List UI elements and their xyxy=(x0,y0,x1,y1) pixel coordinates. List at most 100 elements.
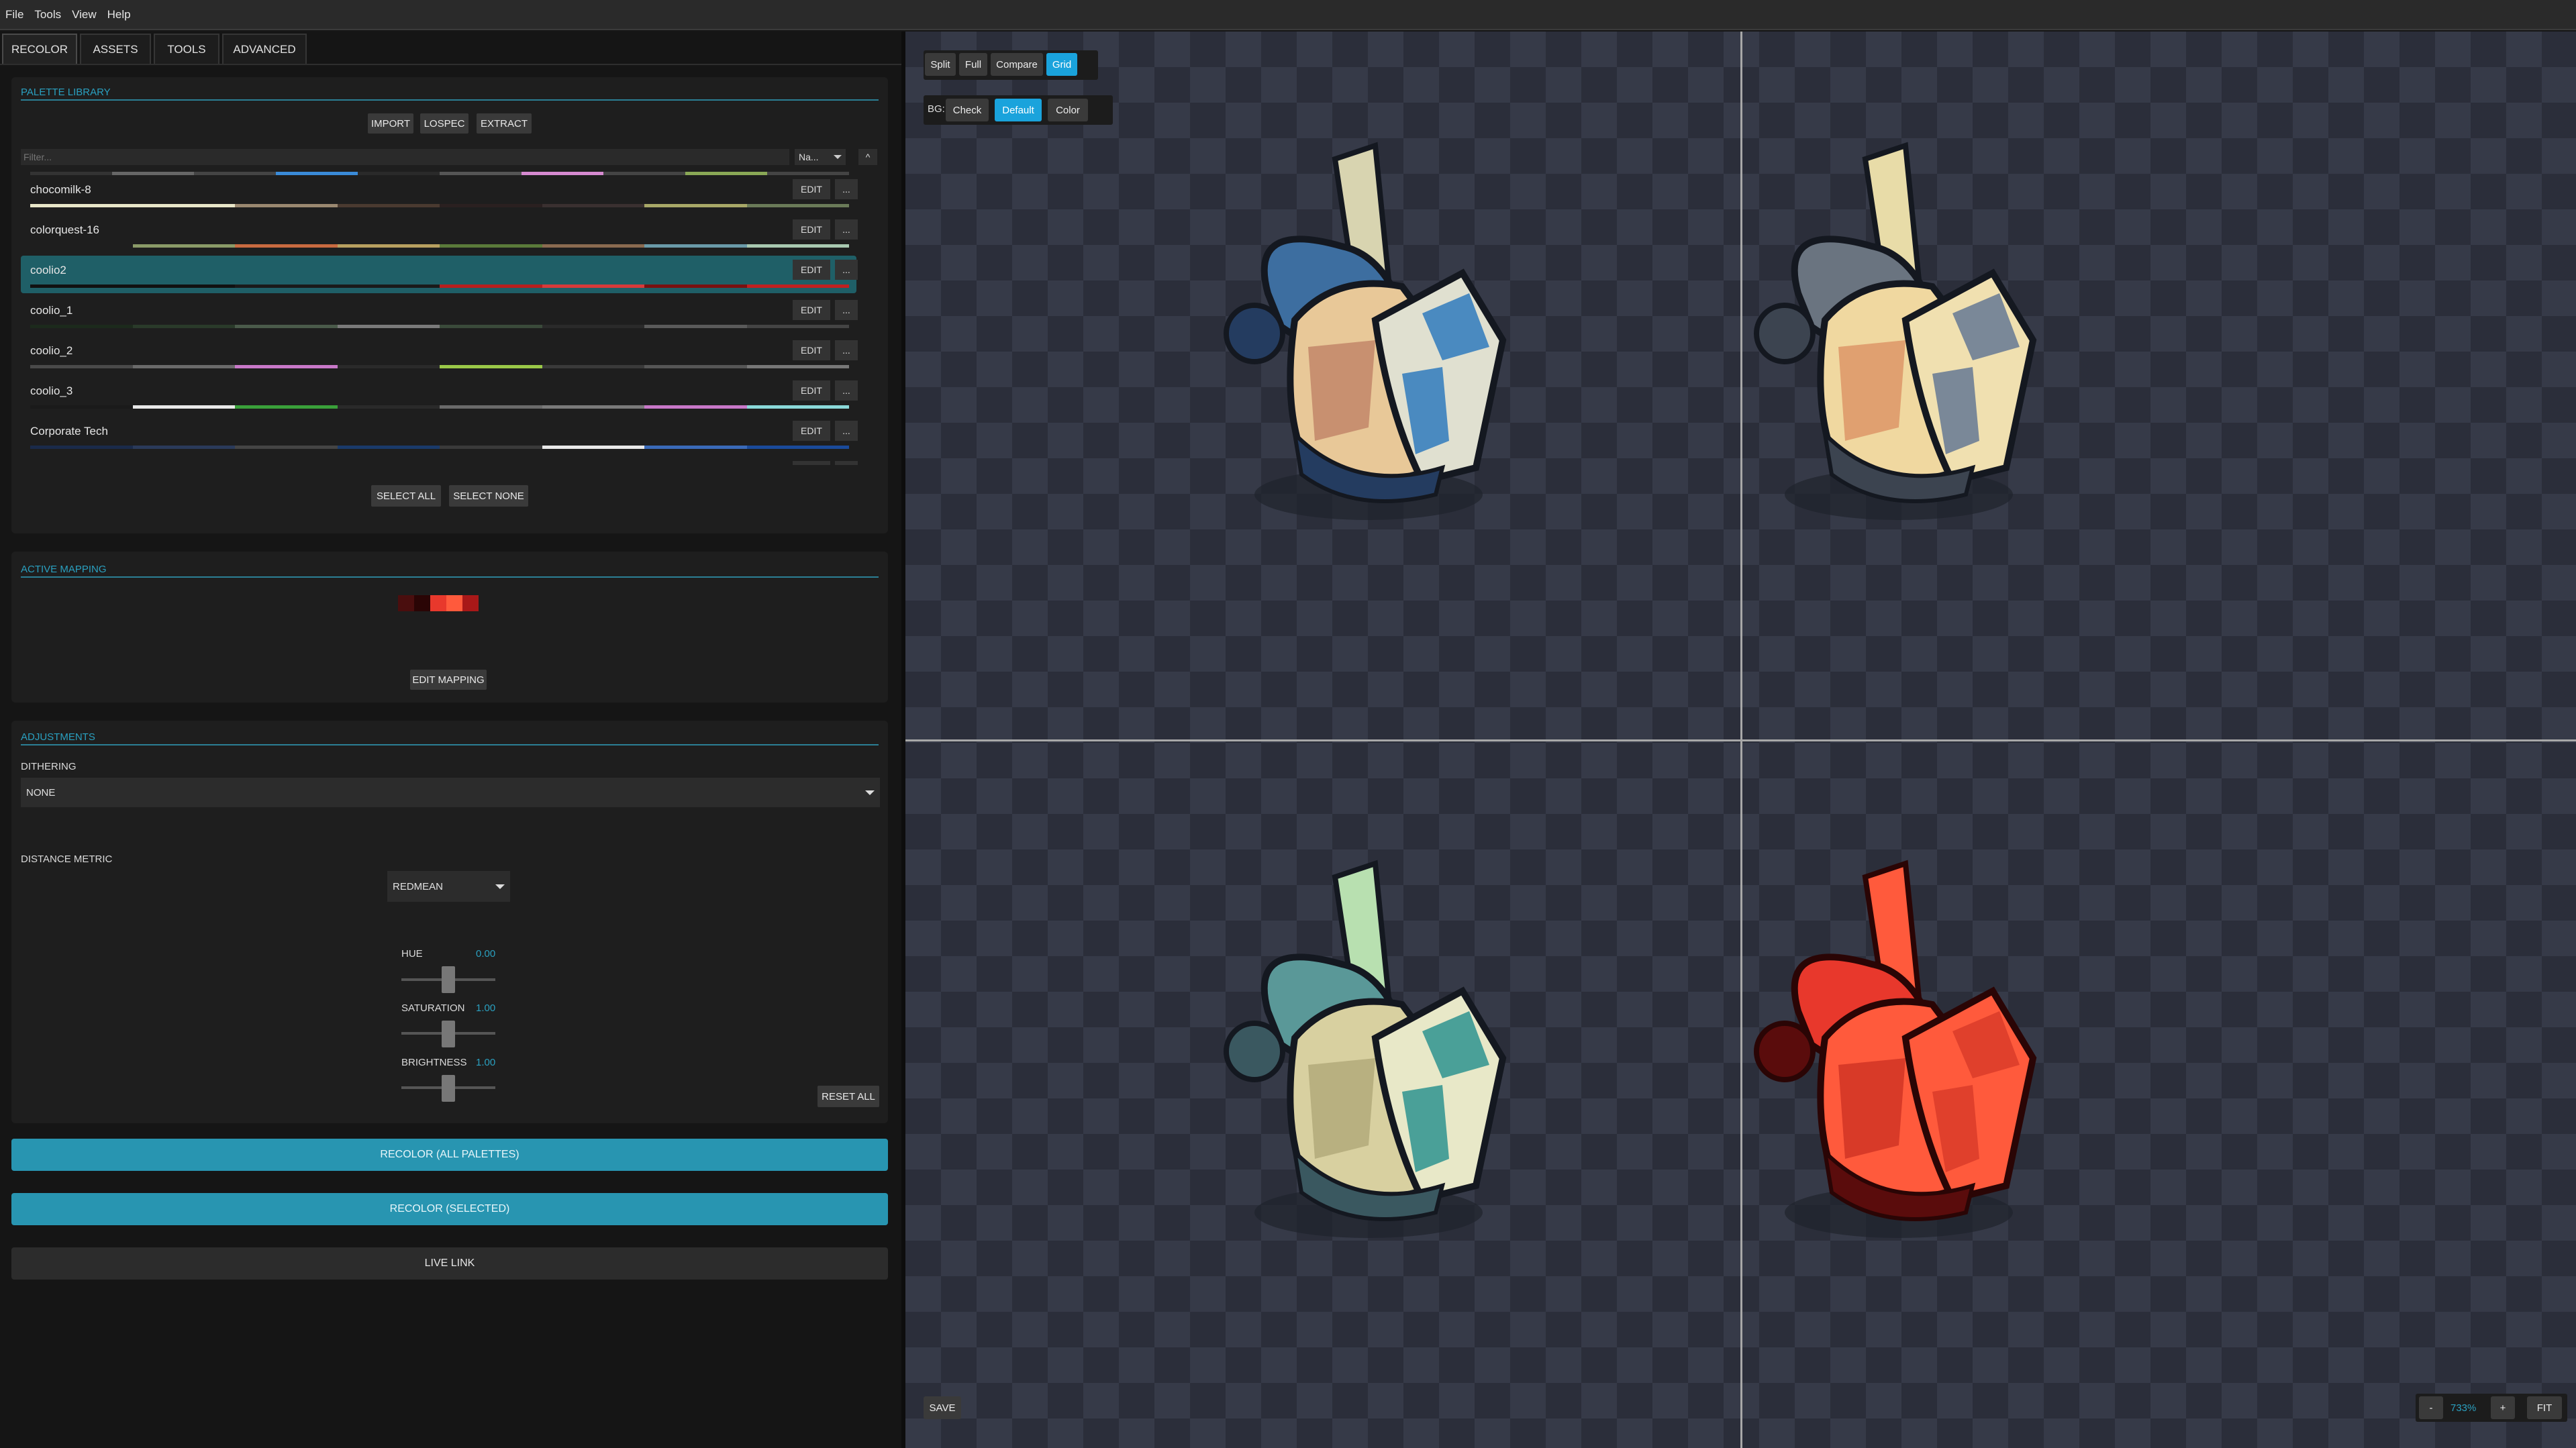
zoom-in-button[interactable]: + xyxy=(2491,1396,2515,1419)
palette-name: coolio_3 xyxy=(30,384,73,397)
palette-library-title: PALETTE LIBRARY xyxy=(21,87,111,98)
saturation-slider-thumb[interactable] xyxy=(442,1021,455,1047)
saturation-value: 1.00 xyxy=(476,1002,496,1014)
dithering-select[interactable]: NONE xyxy=(21,778,880,807)
save-button[interactable]: SAVE xyxy=(924,1396,961,1419)
palette-color-strip xyxy=(30,285,849,288)
palette-row[interactable]: coolio_3 EDIT... xyxy=(21,376,858,414)
palette-row[interactable]: Corporate Tech EDIT... xyxy=(21,417,858,454)
palette-edit-button[interactable]: EDIT xyxy=(793,219,830,240)
zoom-level: 733% xyxy=(2450,1402,2477,1414)
palette-edit-button[interactable]: EDIT xyxy=(793,260,830,280)
palette-edit-button[interactable]: EDIT xyxy=(793,421,830,441)
dithering-label: DITHERING xyxy=(21,761,77,772)
mapping-swatch xyxy=(430,595,446,611)
sprite-preview xyxy=(1224,860,1507,1238)
select-none-button[interactable]: SELECT NONE xyxy=(449,485,528,507)
brightness-slider-thumb[interactable] xyxy=(442,1075,455,1102)
mapping-swatches xyxy=(398,595,479,611)
palette-edit-button[interactable]: EDIT xyxy=(793,380,830,401)
sort-value: Na... xyxy=(799,152,819,162)
palette-color-strip xyxy=(30,446,849,449)
saturation-label: SATURATION xyxy=(401,1002,465,1014)
palette-more-button[interactable]: ... xyxy=(835,461,858,465)
sprite-preview xyxy=(1754,860,2037,1238)
distance-metric-value: REDMEAN xyxy=(393,880,444,892)
palette-name: coolio_2 xyxy=(30,344,73,357)
distance-metric-label: DISTANCE METRIC xyxy=(21,854,113,865)
adjustments-panel: ADJUSTMENTS DITHERING NONE DISTANCE METR… xyxy=(11,721,888,1123)
palette-color-strip xyxy=(30,365,849,368)
palette-name: coolio_1 xyxy=(30,304,73,317)
extract-button[interactable]: EXTRACT xyxy=(477,113,532,134)
palette-more-button[interactable]: ... xyxy=(835,300,858,320)
chevron-down-icon xyxy=(834,155,842,159)
preview-viewer[interactable]: Split Full Compare Grid BG: Check Defaul… xyxy=(905,32,2576,1448)
dithering-value: NONE xyxy=(26,786,56,798)
palette-edit-button[interactable]: EDIT xyxy=(793,461,830,465)
section-divider xyxy=(21,744,879,745)
palette-more-button[interactable]: ... xyxy=(835,219,858,240)
palette-color-strip xyxy=(30,244,849,248)
palette-more-button[interactable]: ... xyxy=(835,340,858,360)
hue-slider-thumb[interactable] xyxy=(442,966,455,993)
menu-help[interactable]: Help xyxy=(107,8,131,21)
tab-assets[interactable]: ASSETS xyxy=(80,34,151,64)
left-panel: RECOLOR ASSETS TOOLS ADVANCED PALETTE LI… xyxy=(0,32,901,1448)
palette-edit-button[interactable]: EDIT xyxy=(793,340,830,360)
menu-bar: File Tools View Help xyxy=(0,0,2576,30)
tab-advanced[interactable]: ADVANCED xyxy=(222,34,307,64)
sprite-preview xyxy=(1754,142,2037,520)
tab-bar: RECOLOR ASSETS TOOLS ADVANCED xyxy=(0,32,901,65)
palette-filter-input[interactable] xyxy=(21,149,789,165)
palette-name: chocomilk-8 xyxy=(30,183,91,196)
menu-view[interactable]: View xyxy=(72,8,97,21)
chevron-down-icon xyxy=(865,790,875,795)
palette-list[interactable]: chocomilk-8 EDIT... colorquest-16 EDIT... co… xyxy=(11,170,888,465)
sprite-preview xyxy=(1224,142,1507,520)
palette-row[interactable]: colorquest-16 EDIT... xyxy=(21,215,858,253)
tab-recolor[interactable]: RECOLOR xyxy=(2,34,77,64)
sprite-previews xyxy=(1224,142,2037,1238)
palette-more-button[interactable]: ... xyxy=(835,260,858,280)
live-link-button[interactable]: LIVE LINK xyxy=(11,1247,888,1280)
fit-button[interactable]: FIT xyxy=(2527,1396,2562,1419)
hue-label: HUE xyxy=(401,948,423,960)
lospec-button[interactable]: LOSPEC xyxy=(420,113,468,134)
brightness-label: BRIGHTNESS xyxy=(401,1057,467,1068)
palette-edit-button[interactable]: EDIT xyxy=(793,179,830,199)
active-mapping-panel: ACTIVE MAPPING EDIT MAPPING xyxy=(11,552,888,703)
sort-direction-button[interactable]: ^ xyxy=(858,149,877,165)
palette-color-strip xyxy=(30,204,849,207)
palette-color-strip xyxy=(30,405,849,409)
recolor-selected-button[interactable]: RECOLOR (SELECTED) xyxy=(11,1193,888,1225)
mapping-swatch xyxy=(446,595,462,611)
palette-name: Corporate Tech xyxy=(30,425,108,437)
recolor-all-button[interactable]: RECOLOR (ALL PALETTES) xyxy=(11,1139,888,1171)
brightness-value: 1.00 xyxy=(476,1057,496,1068)
palette-row[interactable]: DEEP MAZEEDIT... xyxy=(21,457,858,465)
palette-row[interactable]: coolio_2 EDIT... xyxy=(21,336,858,374)
distance-metric-select[interactable]: REDMEAN xyxy=(387,871,510,902)
sort-dropdown[interactable]: Na... xyxy=(795,149,846,165)
palette-more-button[interactable]: ... xyxy=(835,179,858,199)
palette-more-button[interactable]: ... xyxy=(835,421,858,441)
reset-all-button[interactable]: RESET ALL xyxy=(818,1086,879,1107)
edit-mapping-button[interactable]: EDIT MAPPING xyxy=(410,670,487,690)
palette-edit-button[interactable]: EDIT xyxy=(793,300,830,320)
palette-row[interactable]: coolio2 EDIT... xyxy=(21,256,858,293)
import-button[interactable]: IMPORT xyxy=(368,113,413,134)
menu-tools[interactable]: Tools xyxy=(34,8,61,21)
palette-library-panel: PALETTE LIBRARY IMPORT LOSPEC EXTRACT Na… xyxy=(11,77,888,533)
palette-more-button[interactable]: ... xyxy=(835,380,858,401)
mapping-swatch xyxy=(414,595,430,611)
select-all-button[interactable]: SELECT ALL xyxy=(371,485,441,507)
palette-color-strip xyxy=(30,325,849,328)
tab-tools[interactable]: TOOLS xyxy=(154,34,219,64)
palette-row[interactable]: coolio_1 EDIT... xyxy=(21,296,858,333)
hue-value: 0.00 xyxy=(476,948,496,960)
zoom-out-button[interactable]: - xyxy=(2419,1396,2443,1419)
menu-file[interactable]: File xyxy=(5,8,23,21)
palette-name: colorquest-16 xyxy=(30,223,100,236)
palette-row[interactable]: chocomilk-8 EDIT... xyxy=(21,175,858,213)
